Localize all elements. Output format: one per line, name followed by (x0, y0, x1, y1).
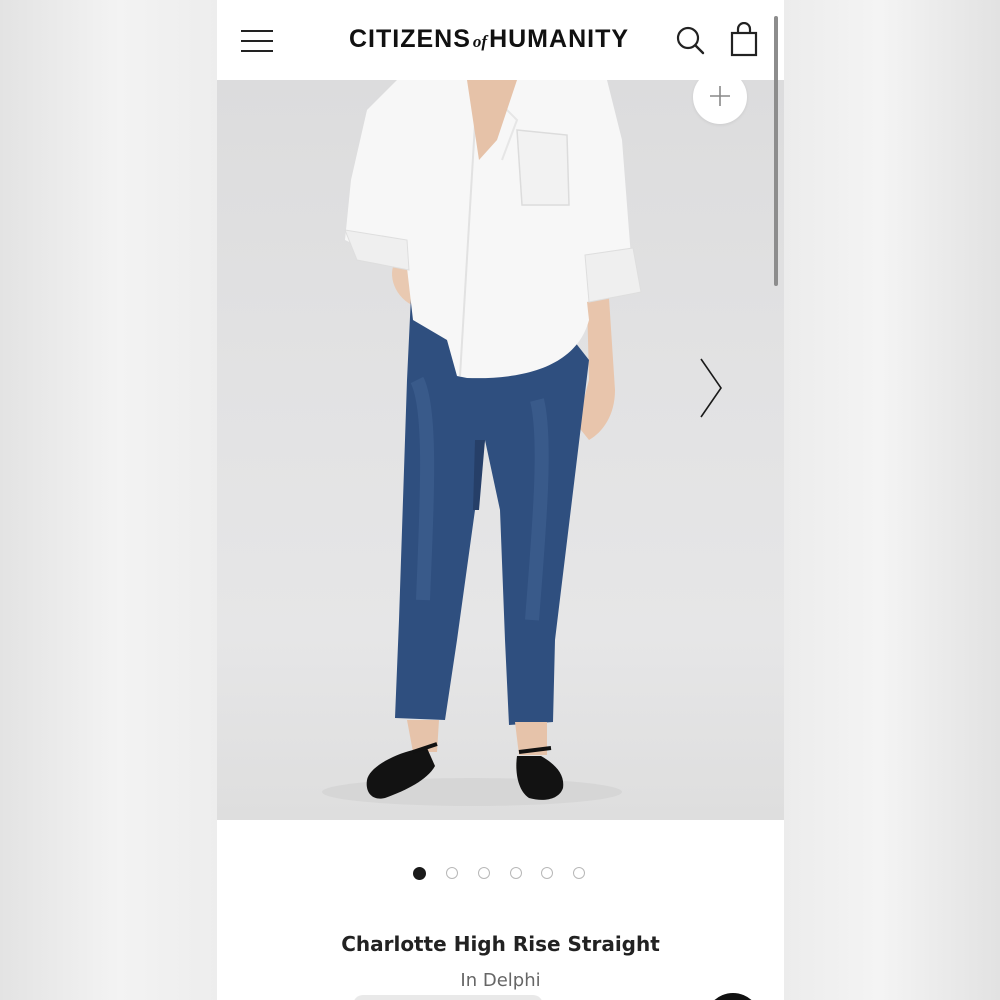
brand-logo-part-2: HUMANITY (489, 25, 630, 53)
size-selector-pill[interactable] (353, 995, 543, 1000)
chevron-right-icon (700, 358, 722, 418)
product-photo (322, 80, 642, 806)
shopping-bag-icon[interactable] (726, 21, 762, 58)
brand-logo-of: of (472, 32, 488, 51)
carousel-dot-2[interactable] (446, 867, 458, 879)
mobile-page: CITIZENS ofHUMANITY Charlotte High Rise … (217, 0, 784, 1000)
carousel-pagination (217, 866, 784, 882)
carousel-dot-1[interactable] (413, 867, 426, 880)
brand-logo[interactable]: CITIZENS ofHUMANITY (349, 22, 629, 56)
carousel-dot-4[interactable] (510, 867, 522, 879)
product-title: Charlotte High Rise Straight (341, 932, 660, 956)
carousel-dot-5[interactable] (541, 867, 553, 879)
hamburger-menu-icon[interactable] (241, 28, 275, 52)
carousel-dot-3[interactable] (478, 867, 490, 879)
scrollbar[interactable] (774, 16, 778, 286)
brand-logo-part-1: CITIZENS (349, 25, 471, 53)
product-image-carousel[interactable] (217, 80, 784, 820)
floating-action-button[interactable] (705, 993, 761, 1000)
product-color-label: In Delphi (460, 970, 541, 991)
site-header: CITIZENS ofHUMANITY (217, 0, 784, 80)
zoom-button[interactable] (693, 80, 747, 124)
carousel-dot-6[interactable] (573, 867, 585, 879)
next-image-button[interactable] (695, 355, 725, 421)
plus-icon (710, 86, 730, 106)
search-icon[interactable] (673, 22, 709, 58)
